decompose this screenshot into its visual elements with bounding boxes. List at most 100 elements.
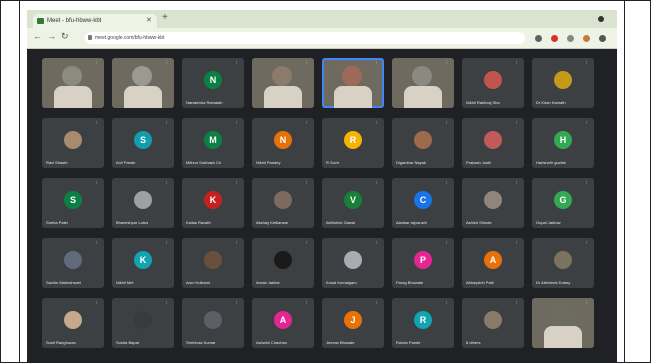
participant-tile[interactable]: N ⁝ Nikhil Pandey [252, 118, 314, 168]
participant-name: Sunita Bapat [116, 340, 139, 345]
participant-tile[interactable]: ⁝ Sunita Bapat [112, 298, 174, 348]
participant-photo [272, 66, 292, 86]
participant-tile[interactable]: ⁝ Prakash Joshi [462, 118, 524, 168]
participant-name: Alankar rajvanshi [396, 220, 427, 225]
participant-name: Dr Kiran Kamath [536, 100, 566, 105]
participant-tile[interactable]: ⁝ Nikhil Rakhvaj Sha [462, 58, 524, 108]
participant-tile[interactable]: ⁝ Bhaveshpur Lotus [112, 178, 174, 228]
mic-off-icon: ⁝ [306, 60, 308, 66]
back-icon[interactable]: ← [33, 31, 42, 41]
participant-tile[interactable]: ⁝ Kunal Kumalgaru [322, 238, 384, 288]
participant-tile[interactable]: ⁝ Dr Kiran Kamath [532, 58, 594, 108]
participant-tile[interactable]: A ⁝ Ashwini Chavhan [252, 298, 314, 348]
participant-name: Arun Kulkarni [186, 280, 211, 285]
close-tab-icon[interactable]: ✕ [146, 14, 152, 28]
participant-tile[interactable]: ⁝ Digambar Nayak [392, 118, 454, 168]
participant-tile[interactable]: H ⁝ Harishcftr guvilal [532, 118, 594, 168]
participant-photo [414, 131, 432, 149]
participant-photo [274, 191, 292, 209]
participant-tile[interactable]: K ⁝ Nikhil Mel [112, 238, 174, 288]
extension-icon[interactable] [551, 35, 558, 42]
participant-tile[interactable]: ⁝ [252, 58, 314, 108]
participant-tile[interactable]: V ⁝ Abhishek Gawai [322, 178, 384, 228]
participant-tile[interactable]: K ⁝ Kailas Ravath [182, 178, 244, 228]
camera-icon[interactable] [535, 35, 542, 42]
window-control-icon[interactable] [598, 16, 604, 22]
profile-avatar-icon[interactable] [583, 35, 590, 42]
participant-tile[interactable]: J ⁝ Jeevan Bhosale [322, 298, 384, 348]
participant-name: Nikhil Rakhvaj Sha [466, 100, 500, 105]
address-bar[interactable]: meet.google.com/bfu-hbww-kbt [85, 32, 525, 44]
browser-window: Meet - bfu-hbww-kbt ✕ + ← → ↻ meet.googl… [27, 10, 617, 363]
participant-tile[interactable]: N ⁝ Narasimha Ramaiah [182, 58, 244, 108]
participant-tile[interactable]: ⁝ [42, 58, 104, 108]
participant-name: Shrinivas Kumar [186, 340, 216, 345]
address-url: meet.google.com/bfu-hbww-kbt [95, 35, 165, 41]
participant-tile[interactable]: P ⁝ Parag Bhuwale [392, 238, 454, 288]
participant-tile[interactable]: R ⁝ Rohan Pande [392, 298, 454, 348]
participant-avatar: P [414, 251, 432, 269]
mic-off-icon: ⁝ [96, 180, 98, 186]
participant-name: Harishcftr guvilal [536, 160, 566, 165]
mic-off-icon: ⁝ [516, 120, 518, 126]
participant-tile[interactable]: ⁝ Arun Kulkarni [182, 238, 244, 288]
participant-tile[interactable]: C ⁝ Alankar rajvanshi [392, 178, 454, 228]
participant-photo [552, 306, 572, 326]
participant-tile[interactable]: ⁝ 8 others [462, 298, 524, 348]
mic-off-icon: ⁝ [446, 120, 448, 126]
participant-name: Akshay Kelkarwar [256, 220, 289, 225]
participant-name: Mithun Subhash Ch [186, 160, 222, 165]
participant-tile[interactable]: ⁝ Shrinivas Kumar [182, 298, 244, 348]
participant-tile[interactable]: ⁝ Sunil Ranghuran [42, 298, 104, 348]
participant-body [264, 86, 302, 108]
participant-tile[interactable]: ⁝ [532, 298, 594, 348]
participant-tile[interactable]: ⁝ Ashish Shinde [462, 178, 524, 228]
participant-name: Abhishek Gawai [326, 220, 355, 225]
participant-avatar: C [414, 191, 432, 209]
tab-strip: Meet - bfu-hbww-kbt ✕ + [27, 10, 617, 28]
left-divider [19, 0, 20, 363]
right-divider [624, 0, 625, 363]
mic-off-icon: ⁝ [236, 120, 238, 126]
forward-icon[interactable]: → [47, 31, 56, 41]
participant-tile[interactable]: ⁝ Sachin Maheshwari [42, 238, 104, 288]
menu-icon[interactable] [599, 35, 606, 42]
participant-tile[interactable]: ⁝ Akshay Kelkarwar [252, 178, 314, 228]
participant-tile[interactable]: ⁝ Ravi Shastri [42, 118, 104, 168]
mic-off-icon: ⁝ [586, 300, 588, 306]
participant-name: Sachin Maheshwari [46, 280, 81, 285]
participant-name: Ashish Shinde [466, 220, 492, 225]
participant-tile[interactable]: ⁝ Arnab Jakhar [252, 238, 314, 288]
participant-avatar: S [134, 131, 152, 149]
mic-off-icon: ⁝ [166, 60, 168, 66]
participant-photo [554, 71, 572, 89]
reload-icon[interactable]: ↻ [61, 31, 69, 42]
mic-off-icon: ⁝ [376, 300, 378, 306]
participant-tile[interactable]: ⁝ Dr Abhishek Dubey [532, 238, 594, 288]
participant-tile[interactable]: S ⁝ Anil Pande [112, 118, 174, 168]
participant-tile[interactable]: R ⁝ R Suvir [322, 118, 384, 168]
participant-photo [64, 311, 82, 329]
participant-tile[interactable]: A ⁝ Abhaysinh Patil [462, 238, 524, 288]
participant-photo [342, 66, 362, 86]
participant-photo [134, 191, 152, 209]
participant-tile[interactable]: ⁝ [392, 58, 454, 108]
participant-tile[interactable]: M ⁝ Mithun Subhash Ch [182, 118, 244, 168]
participant-tile[interactable]: S ⁝ Sneha Patel [42, 178, 104, 228]
mic-off-icon: ⁝ [446, 300, 448, 306]
participant-name: Anil Pande [116, 160, 136, 165]
new-tab-icon[interactable]: + [162, 12, 168, 23]
participant-tile[interactable]: ⁝ [322, 58, 384, 108]
browser-tab[interactable]: Meet - bfu-hbww-kbt ✕ [33, 14, 157, 28]
mic-off-icon: ⁝ [516, 60, 518, 66]
mic-off-icon: ⁝ [166, 300, 168, 306]
bookmark-icon[interactable] [567, 35, 574, 42]
participant-avatar: M [204, 131, 222, 149]
participant-photo [554, 251, 572, 269]
participant-avatar: H [554, 131, 572, 149]
participant-name: Parag Bhuwale [396, 280, 424, 285]
participant-body [334, 86, 372, 108]
participant-photo [64, 131, 82, 149]
participant-tile[interactable]: ⁝ [112, 58, 174, 108]
participant-tile[interactable]: G ⁝ Gopal Jadhav [532, 178, 594, 228]
